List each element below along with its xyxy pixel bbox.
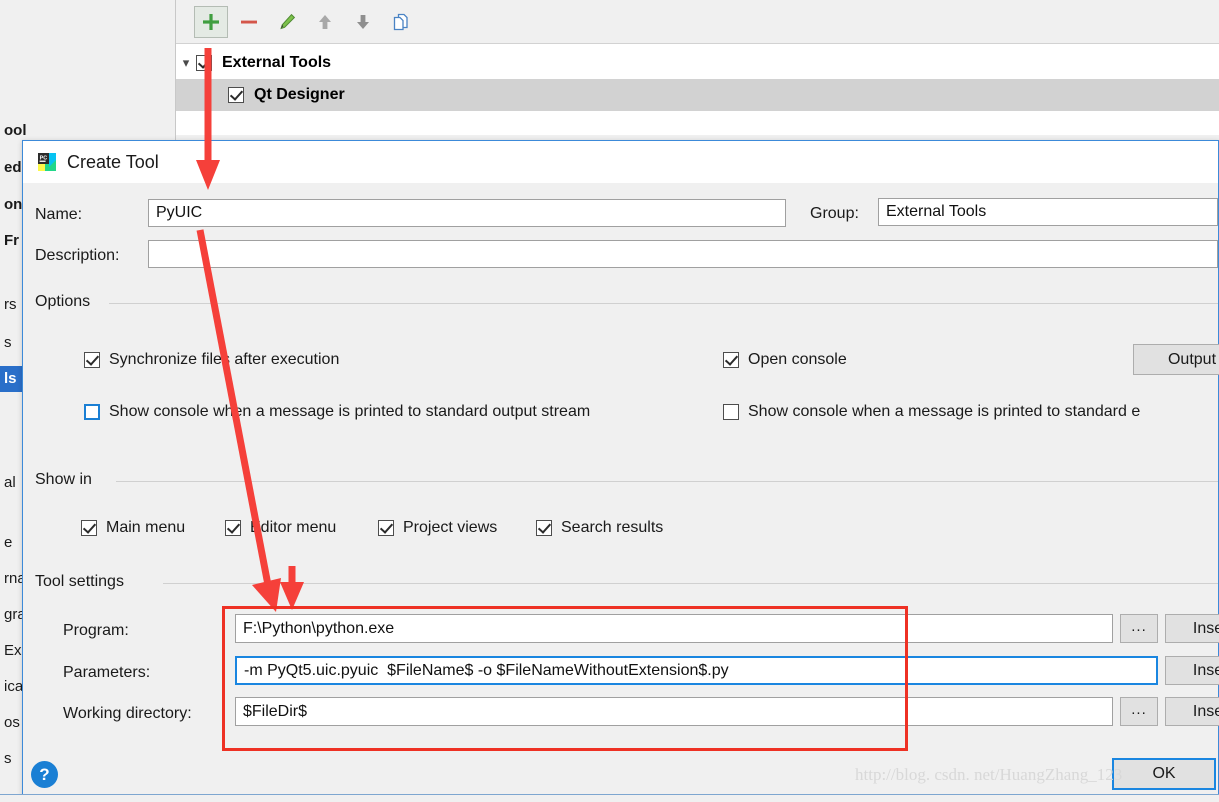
option-open-console[interactable]: Open console: [723, 351, 847, 369]
description-input[interactable]: [148, 240, 1218, 268]
arrow-down-icon: [357, 15, 369, 29]
external-tools-toolbar: [176, 0, 1219, 44]
name-input[interactable]: [148, 199, 786, 227]
tree-checkbox[interactable]: [196, 55, 212, 71]
option-label: Open console: [748, 351, 847, 368]
option-synchronize-files[interactable]: Synchronize files after execution: [84, 351, 339, 369]
option-label: Synchronize files after execution: [109, 351, 340, 368]
parameters-insert-macro-button[interactable]: Inse: [1165, 656, 1219, 685]
tree-item-label: Qt Designer: [254, 86, 345, 103]
dialog-title: Create Tool: [67, 151, 159, 172]
showin-label: Main menu: [106, 519, 186, 536]
chevron-down-icon[interactable]: ▾: [176, 55, 196, 71]
checkbox[interactable]: [225, 520, 241, 536]
program-browse-button[interactable]: ...: [1120, 614, 1158, 643]
showin-group-caption: Show in: [35, 471, 100, 489]
copy-tool-button[interactable]: [384, 6, 418, 38]
description-label: Description:: [35, 247, 120, 264]
checkbox[interactable]: [81, 520, 97, 536]
pycharm-icon: PC: [37, 152, 57, 172]
showin-project-views[interactable]: Project views: [378, 519, 497, 537]
showin-label: Project views: [403, 519, 498, 536]
checkbox[interactable]: [84, 404, 100, 420]
tree-row-external-tools[interactable]: ▾ External Tools: [176, 47, 1219, 79]
minus-icon: [241, 20, 257, 24]
checkbox[interactable]: [84, 352, 100, 368]
checkbox[interactable]: [536, 520, 552, 536]
checkbox[interactable]: [378, 520, 394, 536]
showin-search-results[interactable]: Search results: [536, 519, 663, 537]
option-label: Show console when a message is printed t…: [109, 403, 591, 420]
edit-tool-button[interactable]: [270, 6, 304, 38]
working-directory-insert-macro-button[interactable]: Inse: [1165, 697, 1219, 726]
option-show-console-stdout[interactable]: Show console when a message is printed t…: [84, 403, 590, 421]
checkbox[interactable]: [723, 352, 739, 368]
ok-button[interactable]: OK: [1112, 758, 1216, 790]
toolsettings-group-caption: Tool settings: [35, 573, 132, 591]
options-group-line: [109, 303, 1218, 304]
group-input[interactable]: [878, 198, 1218, 226]
plus-icon: [203, 14, 219, 30]
program-insert-macro-button[interactable]: Inse: [1165, 614, 1219, 643]
window-bottom-edge: [0, 794, 1219, 802]
remove-tool-button[interactable]: [232, 6, 266, 38]
group-label: Group:: [810, 205, 859, 222]
external-tools-tree[interactable]: ▾ External Tools Qt Designer: [176, 45, 1219, 135]
tree-row-qt-designer[interactable]: Qt Designer: [176, 79, 1219, 111]
pencil-icon: [280, 13, 296, 30]
option-show-console-stderr[interactable]: Show console when a message is printed t…: [723, 403, 1140, 421]
parameters-label: Parameters:: [63, 664, 151, 681]
showin-group-line: [116, 481, 1218, 482]
tree-checkbox[interactable]: [228, 87, 244, 103]
showin-editor-menu[interactable]: Editor menu: [225, 519, 336, 537]
dialog-titlebar: PC Create Tool: [23, 141, 1218, 183]
working-directory-browse-button[interactable]: ...: [1120, 697, 1158, 726]
showin-label: Search results: [561, 519, 664, 536]
help-button[interactable]: ?: [31, 761, 58, 788]
watermark-text: http://blog. csdn. net/HuangZhang_123: [855, 765, 1123, 784]
copy-icon: [393, 13, 408, 31]
annotation-highlight-box: [222, 606, 908, 751]
arrow-up-icon: [319, 15, 331, 29]
option-label: Show console when a message is printed t…: [748, 403, 1141, 420]
toolsettings-group-line: [163, 583, 1218, 584]
program-label: Program:: [63, 622, 129, 639]
move-down-button[interactable]: [346, 6, 380, 38]
showin-label: Editor menu: [250, 519, 337, 536]
showin-main-menu[interactable]: Main menu: [81, 519, 185, 537]
tree-item-label: External Tools: [222, 54, 332, 71]
working-directory-label: Working directory:: [63, 705, 192, 722]
options-group-caption: Options: [35, 293, 99, 311]
move-up-button[interactable]: [308, 6, 342, 38]
name-label: Name:: [35, 206, 83, 223]
output-filters-button[interactable]: Output: [1133, 344, 1219, 375]
add-tool-button[interactable]: [194, 6, 228, 38]
checkbox[interactable]: [723, 404, 739, 420]
